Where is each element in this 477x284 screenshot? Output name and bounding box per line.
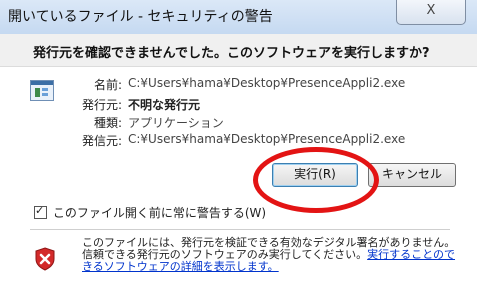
question-text: 発行元を確認できませんでした。このソフトウェアを実行しますか? [33,46,430,61]
field-type-value: アプリケーション [128,116,224,130]
cancel-button[interactable]: キャンセル [368,163,456,187]
close-button[interactable]: X [396,0,466,25]
run-button[interactable]: 実行(R) [272,163,358,187]
field-type-label: 種類: [93,116,122,130]
title-bar: 開いているファイル - セキュリティの警告 X [0,0,477,34]
always-warn-option[interactable]: ✓ このファイル開く前に常に警告する(W) [34,204,266,221]
application-icon [30,80,54,101]
field-source-label: 発信元: [81,134,122,148]
security-warning-dialog: 開いているファイル - セキュリティの警告 X 発行元を確認できませんでした。こ… [0,0,477,284]
field-publisher-label: 発行元: [81,98,122,112]
divider [30,229,450,230]
field-name-label: 名前: [93,78,122,92]
always-warn-label: このファイル開く前に常に警告する(W) [52,206,267,220]
field-name-value: C:¥Users¥hama¥Desktop¥PresenceAppli2.exe [128,76,406,90]
field-publisher-value: 不明な発行元 [128,98,201,112]
shield-warning-icon [35,247,55,271]
window-title: 開いているファイル - セキュリティの警告 [8,9,273,25]
always-warn-checkbox[interactable]: ✓ [34,204,47,219]
field-source-value: C:¥Users¥hama¥Desktop¥PresenceAppli2.exe [128,132,406,146]
warning-message: このファイルには、発行元を検証できる有効なデジタル署名がありません。信頼できる発… [82,237,462,273]
